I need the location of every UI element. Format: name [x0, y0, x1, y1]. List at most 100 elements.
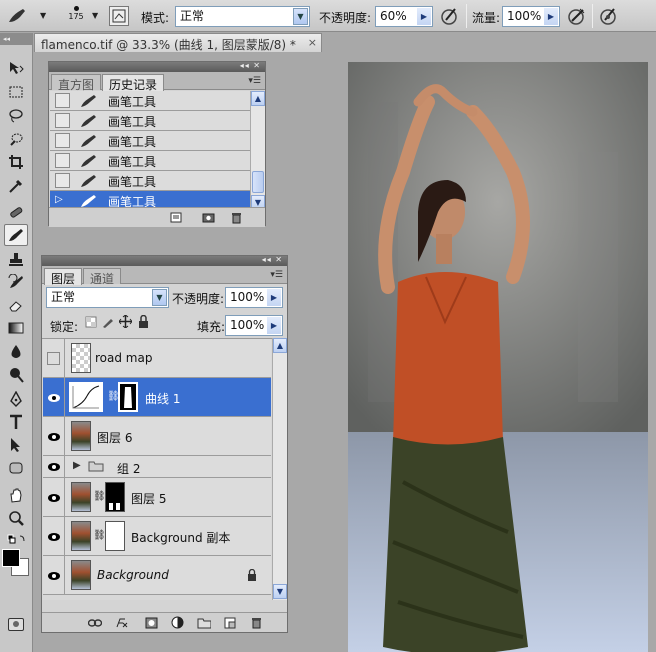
- history-source-checkbox[interactable]: [55, 113, 70, 128]
- scroll-up-icon[interactable]: ▲: [251, 91, 265, 106]
- history-item[interactable]: 画笔工具: [50, 151, 250, 171]
- flow-slider-icon[interactable]: ▶: [544, 8, 558, 25]
- mask-link-icon[interactable]: ⛓: [93, 530, 106, 541]
- path-selection-tool-icon[interactable]: [4, 434, 28, 456]
- fill-input[interactable]: 100% ▶: [225, 315, 283, 336]
- brush-tool-preset-icon[interactable]: [6, 5, 28, 27]
- layer-style-icon[interactable]: [115, 616, 129, 629]
- collapse-icon[interactable]: ◂◂ ✕: [240, 61, 261, 70]
- layer-mask-thumbnail[interactable]: [105, 521, 125, 551]
- panel-titlebar[interactable]: ◂◂ ✕: [49, 61, 265, 72]
- expand-group-icon[interactable]: ▶: [73, 460, 81, 471]
- layer-row[interactable]: ⛓ Background 副本: [43, 517, 271, 556]
- history-source-checkbox[interactable]: [55, 133, 70, 148]
- tab-channels[interactable]: 通道: [83, 268, 122, 286]
- swap-colors-icon[interactable]: [4, 529, 30, 551]
- brush-dropdown-icon[interactable]: ▼: [92, 11, 98, 20]
- new-group-icon[interactable]: [197, 616, 211, 629]
- crop-tool-icon[interactable]: [4, 151, 28, 173]
- type-tool-icon[interactable]: [4, 411, 28, 433]
- airbrush-icon[interactable]: [566, 5, 588, 27]
- eraser-tool-icon[interactable]: [4, 294, 28, 316]
- eye-icon[interactable]: [43, 478, 65, 517]
- blur-tool-icon[interactable]: [4, 341, 28, 363]
- eye-icon[interactable]: [43, 517, 65, 556]
- add-mask-icon[interactable]: [144, 616, 158, 629]
- collapse-icon[interactable]: ◂◂ ✕: [262, 255, 283, 264]
- lasso-tool-icon[interactable]: [4, 105, 28, 127]
- layer-row[interactable]: road map: [43, 339, 271, 378]
- history-brush-tool-icon[interactable]: [4, 271, 28, 293]
- history-source-checkbox[interactable]: [55, 93, 70, 108]
- scroll-thumb[interactable]: [252, 171, 264, 193]
- layers-scrollbar[interactable]: ▲ ▼: [272, 338, 287, 600]
- scroll-up-icon[interactable]: ▲: [273, 338, 287, 353]
- mask-link-icon[interactable]: ⛓: [93, 491, 106, 502]
- link-layers-icon[interactable]: [88, 616, 102, 629]
- layer-row[interactable]: 图层 6: [43, 417, 271, 456]
- mode-select[interactable]: 正常 ▼: [175, 6, 310, 27]
- panel-menu-icon[interactable]: ▾☰: [270, 270, 283, 280]
- hand-tool-icon[interactable]: [4, 484, 28, 506]
- eye-icon[interactable]: [43, 456, 65, 478]
- layer-row[interactable]: Background: [43, 556, 271, 595]
- scroll-down-icon[interactable]: ▼: [273, 584, 287, 599]
- lock-all-icon[interactable]: [138, 314, 149, 331]
- eye-icon[interactable]: [43, 556, 65, 595]
- opacity-slider-icon[interactable]: ▶: [417, 8, 431, 25]
- layer-row-selected[interactable]: ⛓ 曲线 1: [43, 378, 271, 417]
- dodge-tool-icon[interactable]: [4, 364, 28, 386]
- delete-layer-icon[interactable]: [249, 616, 263, 629]
- history-item[interactable]: 画笔工具: [50, 111, 250, 131]
- pressure-size-icon[interactable]: [598, 5, 620, 27]
- brush-panel-toggle-icon[interactable]: [109, 6, 129, 26]
- eyedropper-tool-icon[interactable]: [4, 175, 28, 197]
- opacity-input[interactable]: 60% ▶: [375, 6, 433, 27]
- new-layer-icon[interactable]: [223, 616, 237, 629]
- history-item[interactable]: 画笔工具: [50, 171, 250, 191]
- document-tab[interactable]: flamenco.tif @ 33.3% (曲线 1, 图层蒙版/8) * ×: [34, 33, 322, 52]
- flow-input[interactable]: 100% ▶: [502, 6, 560, 27]
- lock-transparent-icon[interactable]: [85, 316, 97, 331]
- layer-opacity-input[interactable]: 100% ▶: [225, 287, 283, 308]
- lock-position-icon[interactable]: [118, 314, 133, 331]
- brush-tool-icon[interactable]: [4, 224, 28, 246]
- delete-state-icon[interactable]: [229, 211, 243, 224]
- layer-mask-thumbnail[interactable]: [105, 482, 125, 512]
- healing-brush-tool-icon[interactable]: [4, 201, 28, 223]
- layer-mask-thumbnail[interactable]: [118, 382, 138, 412]
- close-document-icon[interactable]: ×: [308, 36, 317, 49]
- panel-titlebar[interactable]: ◂◂ ✕: [42, 255, 287, 266]
- panel-menu-icon[interactable]: ▾☰: [248, 76, 261, 86]
- fill-slider-icon[interactable]: ▶: [267, 317, 281, 334]
- preset-dropdown-icon[interactable]: ▼: [40, 11, 46, 20]
- clone-stamp-tool-icon[interactable]: [4, 248, 28, 270]
- quick-selection-tool-icon[interactable]: [4, 128, 28, 150]
- layer-row[interactable]: ⛓ 图层 5: [43, 478, 271, 517]
- adjustment-layer-icon[interactable]: [170, 616, 184, 629]
- foreground-color-swatch[interactable]: [2, 549, 20, 567]
- history-scrollbar[interactable]: ▲ ▼: [250, 91, 265, 211]
- visibility-toggle-empty[interactable]: [43, 339, 65, 378]
- tab-history[interactable]: 历史记录: [102, 74, 165, 92]
- history-item[interactable]: 画笔工具: [50, 131, 250, 151]
- blend-mode-select[interactable]: 正常 ▼: [46, 287, 169, 308]
- history-item[interactable]: 画笔工具: [50, 91, 250, 111]
- pressure-opacity-icon[interactable]: [439, 5, 461, 27]
- history-source-checkbox[interactable]: [55, 173, 70, 188]
- eye-icon[interactable]: [43, 417, 65, 456]
- tab-layers[interactable]: 图层: [44, 268, 83, 286]
- layer-opacity-slider-icon[interactable]: ▶: [267, 289, 281, 306]
- history-source-checkbox[interactable]: [55, 153, 70, 168]
- shape-tool-icon[interactable]: [4, 457, 28, 479]
- toolbox-grip[interactable]: ◂◂: [0, 33, 32, 45]
- marquee-tool-icon[interactable]: [4, 81, 28, 103]
- move-tool-icon[interactable]: [4, 57, 28, 79]
- eye-icon[interactable]: [43, 378, 65, 417]
- pen-tool-icon[interactable]: [4, 388, 28, 410]
- gradient-tool-icon[interactable]: [4, 317, 28, 339]
- layer-group-row[interactable]: ▶ 组 2: [43, 456, 271, 478]
- quick-mask-icon[interactable]: [8, 618, 24, 631]
- snapshot-icon[interactable]: [201, 211, 215, 224]
- new-document-from-state-icon[interactable]: [169, 211, 183, 224]
